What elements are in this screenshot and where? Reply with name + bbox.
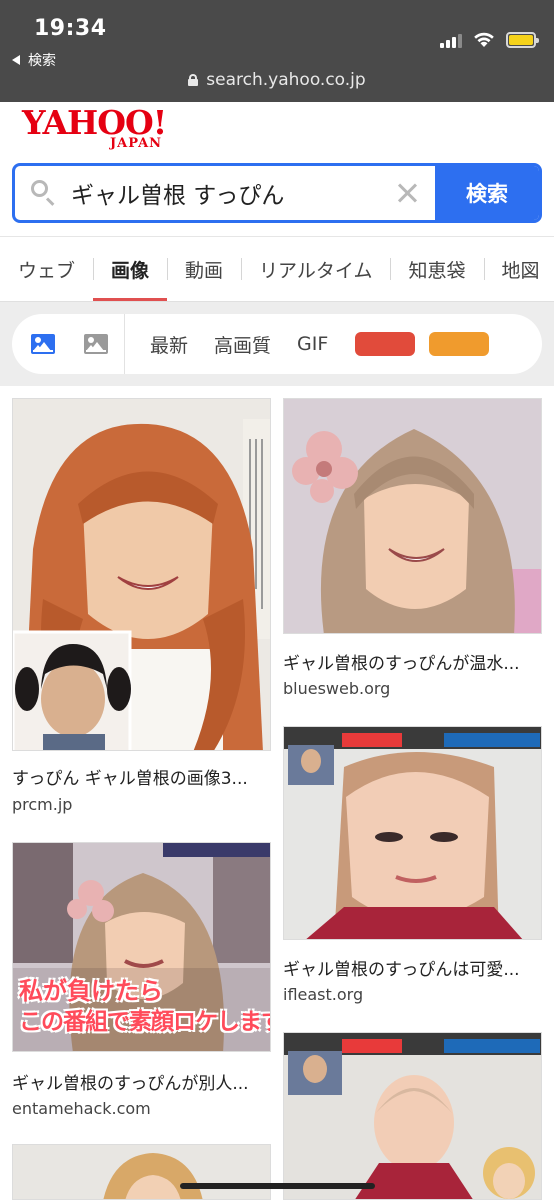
result-card[interactable]: 私が負けたら この番組で素顔ロケします! ギャル曽根のすっぴんが別人... en…: [12, 842, 271, 1122]
address-bar[interactable]: search.yahoo.co.jp: [0, 70, 554, 90]
result-domain: ifleast.org: [283, 985, 364, 1004]
filter-image-large[interactable]: [12, 334, 74, 354]
filter-gif[interactable]: GIF: [297, 333, 328, 355]
search-button[interactable]: 検索: [435, 166, 539, 220]
image-icon: [84, 334, 108, 354]
result-thumbnail[interactable]: [12, 1144, 271, 1200]
color-filter-orange[interactable]: [429, 332, 490, 356]
tab-map[interactable]: 地図: [483, 237, 554, 301]
result-title[interactable]: ギャル曽根のすっぴんが温水...: [283, 649, 542, 674]
tab-web[interactable]: ウェブ: [0, 237, 93, 301]
back-to-app-button[interactable]: 検索: [12, 50, 56, 70]
result-thumbnail[interactable]: [283, 1032, 542, 1200]
filter-bar: 最新 高画質 GIF: [0, 302, 554, 386]
cellular-signal-icon: [440, 32, 462, 48]
filter-pill: 最新 高画質 GIF: [12, 314, 542, 374]
result-thumbnail[interactable]: 私が負けたら この番組で素顔ロケします!: [12, 842, 271, 1052]
home-indicator[interactable]: [180, 1183, 375, 1189]
result-image: [13, 1145, 270, 1199]
url-text: search.yahoo.co.jp: [206, 70, 366, 90]
image-icon: [31, 334, 55, 354]
tab-chiebukuro[interactable]: 知恵袋: [390, 237, 483, 301]
result-thumbnail[interactable]: [12, 398, 271, 751]
tab-video[interactable]: 動画: [167, 237, 241, 301]
result-image: [284, 399, 541, 633]
clock: 19:34: [34, 16, 107, 41]
overlay-caption-2: この番組で素顔ロケします!: [19, 1009, 271, 1035]
result-card[interactable]: [283, 1032, 542, 1200]
back-label: 検索: [28, 53, 56, 69]
result-title[interactable]: ギャル曽根のすっぴんは可愛...: [283, 955, 542, 980]
result-card[interactable]: すっぴん ギャル曽根の画像3... prcm.jp: [12, 398, 271, 818]
result-title[interactable]: ギャル曽根のすっぴんが別人...: [12, 1069, 271, 1094]
result-card[interactable]: ギャル曽根のすっぴんが温水... bluesweb.org: [283, 398, 542, 703]
yahoo-japan-logo[interactable]: YAHOO! JAPAN: [22, 103, 167, 151]
result-thumbnail[interactable]: [283, 726, 542, 940]
result-domain: prcm.jp: [12, 795, 73, 814]
lock-icon: [188, 74, 199, 86]
result-image: [284, 1033, 541, 1199]
tab-images[interactable]: 画像: [93, 237, 168, 301]
tab-realtime[interactable]: リアルタイム: [241, 237, 390, 301]
filter-high-quality[interactable]: 高画質: [214, 331, 271, 358]
back-arrow-icon: [12, 55, 20, 65]
clear-icon[interactable]: [395, 181, 419, 205]
result-card[interactable]: [12, 1144, 271, 1200]
search-icon: [31, 180, 57, 206]
logo-main: YAHOO!: [22, 103, 167, 142]
search-query-text: ギャル曽根 すっぴん: [71, 183, 285, 209]
result-domain: entamehack.com: [12, 1099, 151, 1118]
logo-sub: JAPAN: [110, 136, 163, 151]
search-vertical-tabs: ウェブ 画像 動画 リアルタイム 知恵袋 地図: [0, 236, 554, 302]
filter-divider: [124, 314, 125, 374]
search-box: ギャル曽根 すっぴん 検索: [12, 163, 542, 223]
overlay-caption-1: 私が負けたら: [19, 977, 163, 1005]
status-icons: [440, 30, 539, 48]
result-image: [284, 727, 541, 939]
filter-latest[interactable]: 最新: [150, 331, 188, 358]
browser-status-bar: 19:34 検索 search.yahoo.co.jp: [0, 0, 554, 102]
color-filter-red[interactable]: [355, 332, 416, 356]
battery-icon: [506, 32, 539, 48]
wifi-icon: [474, 32, 494, 47]
result-thumbnail[interactable]: [283, 398, 542, 634]
result-domain: bluesweb.org: [283, 679, 391, 698]
result-image: [13, 399, 270, 750]
search-input[interactable]: ギャル曽根 すっぴん: [15, 166, 435, 220]
result-card[interactable]: ギャル曽根のすっぴんは可愛... ifleast.org: [283, 726, 542, 1009]
filter-image-small[interactable]: [74, 334, 118, 354]
result-title[interactable]: すっぴん ギャル曽根の画像3...: [12, 764, 271, 789]
